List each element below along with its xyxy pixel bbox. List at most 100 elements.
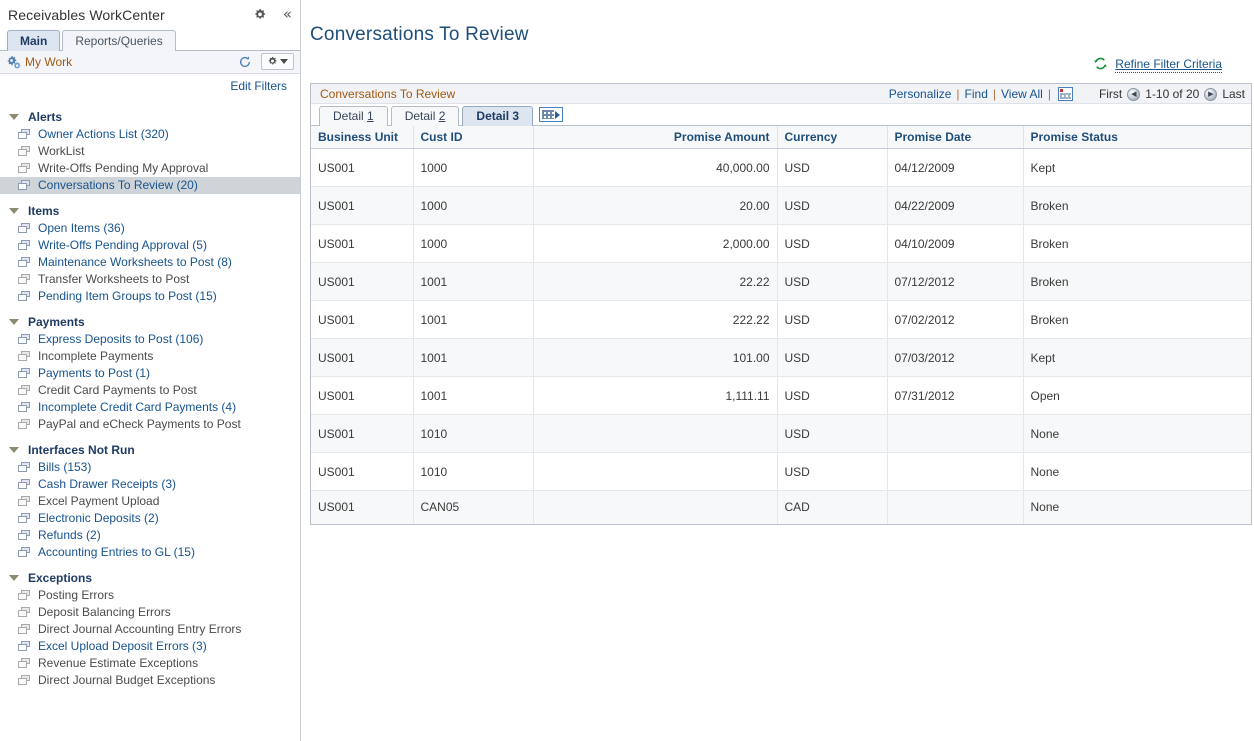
sidebar-item-pending-item-groups-to-post[interactable]: Pending Item Groups to Post (15) (0, 288, 300, 305)
tab-detail-3-label: Detail 3 (476, 109, 520, 123)
column-header-business-unit[interactable]: Business Unit (311, 126, 414, 149)
sidebar-item-owner-actions-list[interactable]: Owner Actions List (320) (0, 126, 300, 143)
refresh-icon[interactable] (238, 55, 252, 69)
sidebar-group-header[interactable]: Payments (0, 312, 300, 331)
sidebar-item-payments-to-post[interactable]: Payments to Post (1) (0, 365, 300, 382)
sidebar-item-label: Excel Upload Deposit Errors (3) (38, 639, 207, 653)
cell-promise-amount: 20.00 (533, 186, 778, 225)
sidebar-group-header[interactable]: Items (0, 201, 300, 220)
sidebar-item-deposit-balancing-errors[interactable]: Deposit Balancing Errors (0, 604, 300, 621)
cell-promise-date: 04/10/2009 (887, 224, 1024, 263)
table-row[interactable]: US001 1001 222.22 USD 07/02/2012 Broken (311, 300, 1251, 339)
table-row[interactable]: US001 1010 USD None (311, 452, 1251, 491)
sidebar-item-maintenance-worksheets-to-post[interactable]: Maintenance Worksheets to Post (8) (0, 254, 300, 271)
cell-currency: CAD (777, 490, 888, 524)
tab-reports-queries[interactable]: Reports/Queries (62, 30, 176, 51)
previous-page-icon[interactable]: ◀ (1127, 87, 1141, 101)
sidebar-item-incomplete-credit-card-payments[interactable]: Incomplete Credit Card Payments (4) (0, 399, 300, 416)
edit-filters-link[interactable]: Edit Filters (230, 79, 287, 93)
refresh-icon[interactable] (1093, 56, 1108, 74)
pager-last-label[interactable]: Last (1222, 87, 1245, 101)
sidebar-item-label: Accounting Entries to GL (15) (38, 545, 195, 559)
tab-detail-3[interactable]: Detail 3 (462, 106, 534, 126)
sidebar-item-refunds[interactable]: Refunds (2) (0, 527, 300, 544)
personalize-link[interactable]: Personalize (889, 87, 952, 101)
tab-main[interactable]: Main (7, 30, 61, 51)
cell-business-unit: US001 (311, 376, 414, 415)
column-header-cust-id[interactable]: Cust ID (413, 126, 534, 149)
cell-promise-status: Open (1023, 376, 1251, 415)
sidebar-item-revenue-estimate-exceptions[interactable]: Revenue Estimate Exceptions (0, 655, 300, 672)
spreadsheet-download-icon[interactable] (1057, 87, 1073, 101)
sidebar-group-header[interactable]: Interfaces Not Run (0, 440, 300, 459)
sidebar-item-excel-payment-upload[interactable]: Excel Payment Upload (0, 493, 300, 510)
cell-promise-status: None (1023, 490, 1251, 524)
column-header-promise-amount[interactable]: Promise Amount (533, 126, 778, 149)
sidebar-item-credit-card-payments-to-post[interactable]: Credit Card Payments to Post (0, 382, 300, 399)
table-row[interactable]: US001 1010 USD None (311, 414, 1251, 453)
tab-detail-1-label: Detail 1 (333, 109, 374, 123)
cell-cust-id: 1010 (413, 414, 534, 453)
sidebar-item-worklist[interactable]: WorkList (0, 143, 300, 160)
view-all-link[interactable]: View All (1001, 87, 1043, 101)
table-row[interactable]: US001 1001 22.22 USD 07/12/2012 Broken (311, 262, 1251, 301)
cell-promise-status: None (1023, 414, 1251, 453)
conversations-table: Business Unit Cust ID Promise Amount Curren… (311, 126, 1251, 524)
sidebar-item-direct-journal-budget-exceptions[interactable]: Direct Journal Budget Exceptions (0, 672, 300, 689)
sidebar-item-write-offs-pending-approval[interactable]: Write-Offs Pending Approval (5) (0, 237, 300, 254)
sidebar-item-cash-drawer-receipts[interactable]: Cash Drawer Receipts (3) (0, 476, 300, 493)
sidebar-item-label: Credit Card Payments to Post (38, 383, 197, 397)
grid-title: Conversations To Review (320, 86, 456, 101)
sidebar-item-paypal-and-echeck-payments-to-post[interactable]: PayPal and eCheck Payments to Post (0, 416, 300, 433)
next-page-icon[interactable]: ▶ (1204, 87, 1218, 101)
gear-dropdown-icon[interactable] (261, 53, 294, 70)
table-row[interactable]: US001 1000 2,000.00 USD 04/10/2009 Broken (311, 224, 1251, 263)
gear-icon[interactable] (253, 8, 267, 22)
sidebar-item-transfer-worksheets-to-post[interactable]: Transfer Worksheets to Post (0, 271, 300, 288)
sidebar-item-posting-errors[interactable]: Posting Errors (0, 587, 300, 604)
sidebar-item-open-items[interactable]: Open Items (36) (0, 220, 300, 237)
sidebar-group-title: Items (28, 203, 60, 218)
sidebar-item-incomplete-payments[interactable]: Incomplete Payments (0, 348, 300, 365)
sidebar-group-header[interactable]: Exceptions (0, 568, 300, 587)
refine-filter-criteria-link[interactable]: Refine Filter Criteria (1115, 57, 1222, 73)
table-row[interactable]: US001 CAN05 CAD None (311, 490, 1251, 524)
table-row[interactable]: US001 1001 101.00 USD 07/03/2012 Kept (311, 338, 1251, 377)
cell-promise-date: 04/12/2009 (887, 148, 1024, 187)
separator: | (1047, 87, 1051, 101)
cell-cust-id: 1001 (413, 262, 534, 301)
sidebar-item-label: Refunds (2) (38, 528, 101, 542)
tab-detail-2[interactable]: Detail 2 (390, 106, 460, 126)
page-title: Conversations To Review (310, 24, 529, 45)
pager-first-label[interactable]: First (1099, 87, 1122, 101)
sidebar-item-bills[interactable]: Bills (153) (0, 459, 300, 476)
sidebar-group-header[interactable]: Alerts (0, 107, 300, 126)
cell-promise-amount (533, 414, 778, 453)
tab-detail-2-label: Detail 2 (404, 109, 446, 123)
collapse-left-icon[interactable]: « (283, 7, 292, 22)
column-header-currency[interactable]: Currency (777, 126, 888, 149)
sidebar-item-label: Payments to Post (1) (38, 366, 151, 380)
find-link[interactable]: Find (965, 87, 988, 101)
cell-cust-id: 1001 (413, 376, 534, 415)
cell-promise-date: 07/31/2012 (887, 376, 1024, 415)
separator: | (992, 87, 996, 101)
sidebar-item-conversations-to-review[interactable]: Conversations To Review (20) (0, 177, 300, 194)
cell-promise-status: Kept (1023, 148, 1251, 187)
sidebar-item-excel-upload-deposit-errors[interactable]: Excel Upload Deposit Errors (3) (0, 638, 300, 655)
sidebar-item-electronic-deposits[interactable]: Electronic Deposits (2) (0, 510, 300, 527)
table-row[interactable]: US001 1000 40,000.00 USD 04/12/2009 Kept (311, 148, 1251, 187)
window-pane-icon (18, 240, 31, 251)
column-header-promise-date[interactable]: Promise Date (887, 126, 1024, 149)
column-header-promise-status[interactable]: Promise Status (1023, 126, 1251, 149)
sidebar-item-direct-journal-accounting-entry-errors[interactable]: Direct Journal Accounting Entry Errors (0, 621, 300, 638)
tab-detail-1[interactable]: Detail 1 (319, 106, 388, 126)
table-row[interactable]: US001 1001 1,111.11 USD 07/31/2012 Open (311, 376, 1251, 415)
table-row[interactable]: US001 1000 20.00 USD 04/22/2009 Broken (311, 186, 1251, 225)
sidebar-item-label: Write-Offs Pending My Approval (38, 161, 209, 175)
sidebar-item-accounting-entries-to-gl[interactable]: Accounting Entries to GL (15) (0, 544, 300, 561)
sidebar-item-write-offs-pending-my-approval[interactable]: Write-Offs Pending My Approval (0, 160, 300, 177)
sidebar-item-express-deposits-to-post[interactable]: Express Deposits to Post (106) (0, 331, 300, 348)
cell-promise-amount: 222.22 (533, 300, 778, 339)
expand-grid-icon[interactable] (539, 107, 564, 122)
